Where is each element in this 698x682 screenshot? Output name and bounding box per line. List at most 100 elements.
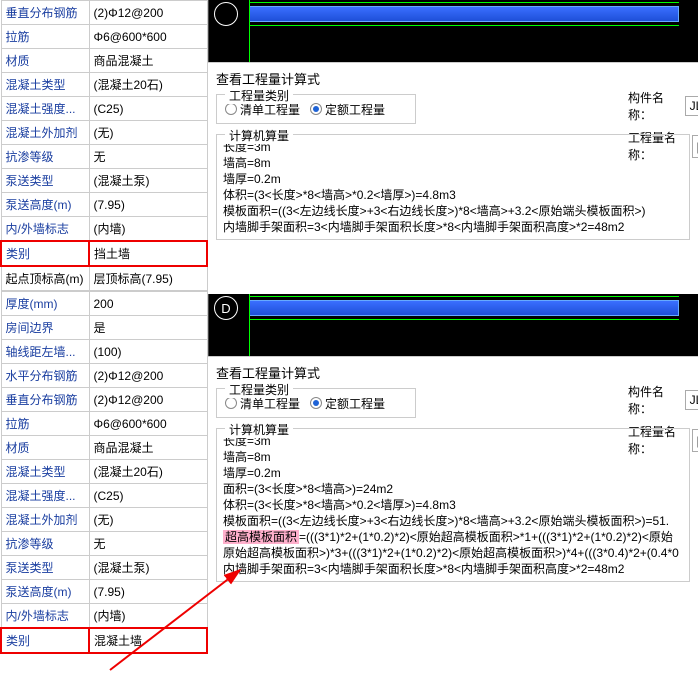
property-row[interactable]: 厚度(mm)200 — [1, 292, 207, 316]
property-row[interactable]: 水平分布钢筋(2)Φ12@200 — [1, 364, 207, 388]
property-value[interactable]: (内墙) — [89, 217, 207, 242]
property-value[interactable]: (内墙) — [89, 604, 207, 629]
calc-panel-2: 查看工程量计算式 工程量类别 清单工程量 定额工程量 构件名称： JLQ-2 工… — [208, 356, 698, 588]
property-row[interactable]: 泵送类型(混凝土泵) — [1, 556, 207, 580]
calc-result-box-1: 计算机算量 长度=3m墙高=8m墙厚=0.2m体积=(3<长度>*8<墙高>*0… — [216, 134, 690, 240]
property-row[interactable]: 轴线距左墙...(100) — [1, 340, 207, 364]
property-label: 垂直分布钢筋 — [1, 388, 89, 412]
property-row[interactable]: 内/外墙标志(内墙) — [1, 217, 207, 242]
calc-line: 墙高=8m — [223, 449, 683, 465]
viewport-top — [208, 0, 698, 62]
property-label: 泵送高度(m) — [1, 193, 89, 217]
property-value[interactable]: 无 — [89, 532, 207, 556]
property-value[interactable]: (混凝土泵) — [89, 556, 207, 580]
calc-line: 体积=(3<长度>*8<墙高>*0.2<墙厚>)=4.8m3 — [223, 187, 683, 203]
radio-quota-quantity[interactable]: 定额工程量 — [310, 101, 385, 118]
property-value[interactable]: 是 — [89, 316, 207, 340]
quantity-type-group: 工程量类别 清单工程量 定额工程量 — [216, 388, 416, 418]
property-value[interactable]: 商品混凝土 — [89, 436, 207, 460]
property-label: 混凝土类型 — [1, 460, 89, 484]
component-name-label: 构件名称： — [628, 383, 679, 417]
property-row[interactable]: 垂直分布钢筋(2)Φ12@200 — [1, 1, 207, 25]
property-value[interactable]: 层顶标高(7.95) — [89, 266, 207, 291]
property-row[interactable]: 内/外墙标志(内墙) — [1, 604, 207, 629]
property-value[interactable]: 无 — [89, 145, 207, 169]
property-value[interactable]: (2)Φ12@200 — [89, 1, 207, 25]
property-row[interactable]: 泵送高度(m)(7.95) — [1, 580, 207, 604]
property-value[interactable]: Φ6@600*600 — [89, 412, 207, 436]
property-row[interactable]: 混凝土外加剂(无) — [1, 508, 207, 532]
property-label: 混凝土强度... — [1, 484, 89, 508]
calc-line: 超高模板面积=(((3*1)*2+(1*0.2)*2)<原始超高模板面积>*1+… — [223, 529, 683, 545]
property-row[interactable]: 混凝土类型(混凝土20石) — [1, 460, 207, 484]
calc-line: 模板面积=((3<左边线长度>+3<右边线长度>)*8<墙高>+3.2<原始端头… — [223, 513, 683, 529]
property-value[interactable]: (7.95) — [89, 580, 207, 604]
property-label: 内/外墙标志 — [1, 217, 89, 242]
property-row[interactable]: 泵送类型(混凝土泵) — [1, 169, 207, 193]
property-value[interactable]: (混凝土泵) — [89, 169, 207, 193]
property-label: 泵送类型 — [1, 169, 89, 193]
property-label: 泵送类型 — [1, 556, 89, 580]
property-value[interactable]: (100) — [89, 340, 207, 364]
property-row[interactable]: 类别混凝土墙 — [1, 628, 207, 653]
property-value[interactable]: (混凝土20石) — [89, 460, 207, 484]
property-label: 材质 — [1, 49, 89, 73]
property-label: 类别 — [1, 241, 89, 266]
property-row[interactable]: 垂直分布钢筋(2)Φ12@200 — [1, 388, 207, 412]
property-value[interactable]: 200 — [89, 292, 207, 316]
property-label: 拉筋 — [1, 25, 89, 49]
property-label: 轴线距左墙... — [1, 340, 89, 364]
radio-quota-quantity[interactable]: 定额工程量 — [310, 395, 385, 412]
highlight-superhigh: 超高模板面积 — [223, 530, 299, 544]
property-row[interactable]: 拉筋Φ6@600*600 — [1, 25, 207, 49]
calc-line: 原始超高模板面积>)*3+(((3*1)*2+(1*0.2)*2)<原始超高模板… — [223, 545, 683, 561]
property-row[interactable]: 起点顶标高(m)层顶标高(7.95) — [1, 266, 207, 291]
property-value[interactable]: 混凝土墙 — [89, 628, 207, 653]
property-value[interactable]: (C25) — [89, 97, 207, 121]
property-row[interactable]: 抗渗等级无 — [1, 532, 207, 556]
property-value[interactable]: (无) — [89, 508, 207, 532]
property-value[interactable]: (混凝土20石) — [89, 73, 207, 97]
property-row[interactable]: 混凝土强度...(C25) — [1, 97, 207, 121]
viewport-bottom: D — [208, 294, 698, 356]
property-value[interactable]: (2)Φ12@200 — [89, 364, 207, 388]
property-value[interactable]: (无) — [89, 121, 207, 145]
component-name-combo[interactable]: JLQ-2 — [685, 390, 698, 410]
calc-panel-1: 查看工程量计算式 工程量类别 清单工程量 定额工程量 构件名称： JLQ-1 工… — [208, 62, 698, 294]
property-value[interactable]: (7.95) — [89, 193, 207, 217]
property-value[interactable]: Φ6@600*600 — [89, 25, 207, 49]
property-value[interactable]: 挡土墙 — [89, 241, 207, 266]
property-row[interactable]: 泵送高度(m)(7.95) — [1, 193, 207, 217]
property-row[interactable]: 材质商品混凝土 — [1, 49, 207, 73]
property-value[interactable]: (2)Φ12@200 — [89, 388, 207, 412]
component-name-combo[interactable]: JLQ-1 — [685, 96, 698, 116]
property-row[interactable]: 抗渗等级无 — [1, 145, 207, 169]
panel-title: 查看工程量计算式 — [216, 69, 690, 88]
property-value[interactable]: (C25) — [89, 484, 207, 508]
quantity-name-combo[interactable]: [全部] — [692, 429, 698, 452]
calc-line: 内墙脚手架面积=3<内墙脚手架面积长度>*8<内墙脚手架面积高度>*2=48m2 — [223, 219, 683, 235]
property-label: 材质 — [1, 436, 89, 460]
property-row[interactable]: 拉筋Φ6@600*600 — [1, 412, 207, 436]
property-row[interactable]: 混凝土强度...(C25) — [1, 484, 207, 508]
quantity-name-combo[interactable]: [全部] — [692, 135, 698, 158]
calc-result-box-2: 计算机算量 长度=3m墙高=8m墙厚=0.2m面积=(3<长度>*8<墙高>)=… — [216, 428, 690, 582]
property-label: 厚度(mm) — [1, 292, 89, 316]
property-label: 混凝土类型 — [1, 73, 89, 97]
property-label: 混凝土强度... — [1, 97, 89, 121]
property-row[interactable]: 房间边界是 — [1, 316, 207, 340]
property-value[interactable]: 商品混凝土 — [89, 49, 207, 73]
property-table-bottom: 厚度(mm)200房间边界是轴线距左墙...(100)水平分布钢筋(2)Φ12@… — [0, 291, 208, 654]
property-label: 类别 — [1, 628, 89, 653]
property-label: 垂直分布钢筋 — [1, 1, 89, 25]
property-label: 混凝土外加剂 — [1, 508, 89, 532]
quantity-type-group: 工程量类别 清单工程量 定额工程量 — [216, 94, 416, 124]
property-row[interactable]: 材质商品混凝土 — [1, 436, 207, 460]
property-label: 起点顶标高(m) — [1, 266, 89, 291]
property-row[interactable]: 混凝土类型(混凝土20石) — [1, 73, 207, 97]
property-row[interactable]: 类别挡土墙 — [1, 241, 207, 266]
calc-line: 墙高=8m — [223, 155, 683, 171]
component-name-label: 构件名称： — [628, 89, 679, 123]
property-label: 水平分布钢筋 — [1, 364, 89, 388]
property-row[interactable]: 混凝土外加剂(无) — [1, 121, 207, 145]
